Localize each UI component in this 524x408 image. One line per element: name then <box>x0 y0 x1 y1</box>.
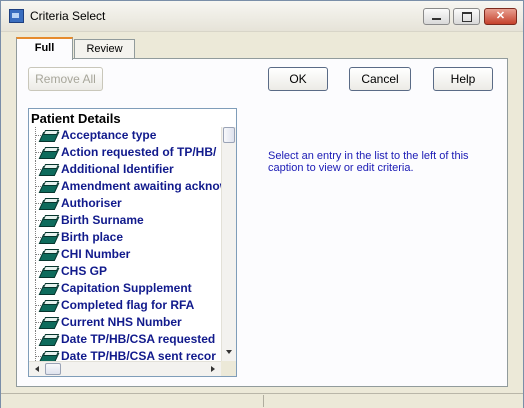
vertical-scrollbar[interactable] <box>221 127 236 361</box>
tree-item-label: Birth Surname <box>61 213 144 227</box>
book-icon <box>38 317 60 329</box>
scroll-left-arrow-icon[interactable] <box>35 366 39 372</box>
tree-item-label: Additional Identifier <box>61 162 174 176</box>
tab-review-label: Review <box>86 43 123 55</box>
tab-review[interactable]: Review <box>74 39 135 59</box>
tree-item[interactable]: Action requested of TP/HB/ <box>29 144 221 161</box>
criteria-caption: Select an entry in the list to the left … <box>268 150 469 174</box>
close-icon: ✕ <box>495 10 506 22</box>
status-separator <box>263 395 264 407</box>
maximize-button[interactable] <box>453 8 480 25</box>
tree-item[interactable]: Capitation Supplement <box>29 280 221 297</box>
maximize-icon <box>462 12 472 22</box>
book-icon <box>38 130 60 142</box>
window-icon <box>9 9 24 23</box>
cancel-button[interactable]: Cancel <box>349 67 411 91</box>
scroll-down-arrow-icon[interactable] <box>226 350 232 354</box>
tree-item[interactable]: Birth Surname <box>29 212 221 229</box>
remove-all-button[interactable]: Remove All <box>28 67 103 91</box>
tree-item-label: CHS GP <box>61 264 108 278</box>
tree-item-label: Authoriser <box>61 196 122 210</box>
tree-item[interactable]: Amendment awaiting acknow <box>29 178 221 195</box>
book-icon <box>38 351 60 361</box>
tree-item-label: Completed flag for RFA <box>61 298 195 312</box>
horizontal-scroll-thumb[interactable] <box>45 363 61 375</box>
tree-root-label[interactable]: Patient Details <box>31 111 121 126</box>
tree-item-label: Birth place <box>61 230 124 244</box>
book-icon <box>38 147 60 159</box>
tab-full[interactable]: Full <box>16 37 73 60</box>
criteria-select-window: Criteria Select ✕ Full Review Remove All… <box>0 0 524 408</box>
book-icon <box>38 181 60 193</box>
tree-item[interactable]: Completed flag for RFA <box>29 297 221 314</box>
book-icon <box>38 198 60 210</box>
status-bar <box>1 393 523 408</box>
title-bar[interactable]: Criteria Select ✕ <box>1 1 523 32</box>
scrollbar-corner <box>221 361 236 376</box>
tree-item[interactable]: CHS GP <box>29 263 221 280</box>
ok-button[interactable]: OK <box>268 67 328 91</box>
tab-full-label: Full <box>34 42 55 54</box>
minimize-icon <box>432 18 441 20</box>
close-button[interactable]: ✕ <box>484 8 517 25</box>
tree-item[interactable]: Authoriser <box>29 195 221 212</box>
tree-item-label: CHI Number <box>61 247 131 261</box>
tree-item[interactable]: Date TP/HB/CSA requested <box>29 331 221 348</box>
book-icon <box>38 215 60 227</box>
tree-item-label: Amendment awaiting acknow <box>61 179 221 193</box>
window-title: Criteria Select <box>30 9 106 23</box>
scroll-right-arrow-icon[interactable] <box>211 366 215 372</box>
vertical-scroll-thumb[interactable] <box>223 127 235 143</box>
criteria-tree[interactable]: Patient Details Acceptance type Action re… <box>28 108 237 377</box>
tree-item-label: Action requested of TP/HB/ <box>61 145 217 159</box>
tree-item[interactable]: Birth place <box>29 229 221 246</box>
book-icon <box>38 334 60 346</box>
book-icon <box>38 249 60 261</box>
book-icon <box>38 232 60 244</box>
book-icon <box>38 164 60 176</box>
tree-item-label: Date TP/HB/CSA requested <box>61 332 216 346</box>
horizontal-scrollbar[interactable] <box>29 361 221 376</box>
tree-item[interactable]: Date TP/HB/CSA sent recor <box>29 348 221 361</box>
help-button[interactable]: Help <box>433 67 493 91</box>
tree-item[interactable]: CHI Number <box>29 246 221 263</box>
tree-item-label: Current NHS Number <box>61 315 182 329</box>
tree-connector <box>35 348 36 361</box>
book-icon <box>38 266 60 278</box>
book-icon <box>38 300 60 312</box>
tree-item-label: Capitation Supplement <box>61 281 192 295</box>
tree-item[interactable]: Acceptance type <box>29 127 221 144</box>
tree-item[interactable]: Current NHS Number <box>29 314 221 331</box>
book-icon <box>38 283 60 295</box>
tree-item-label: Acceptance type <box>61 128 157 142</box>
tree-item[interactable]: Additional Identifier <box>29 161 221 178</box>
minimize-button[interactable] <box>423 8 450 25</box>
tree-item-label: Date TP/HB/CSA sent recor <box>61 349 216 361</box>
tree-item-list: Acceptance type Action requested of TP/HB… <box>29 127 221 361</box>
